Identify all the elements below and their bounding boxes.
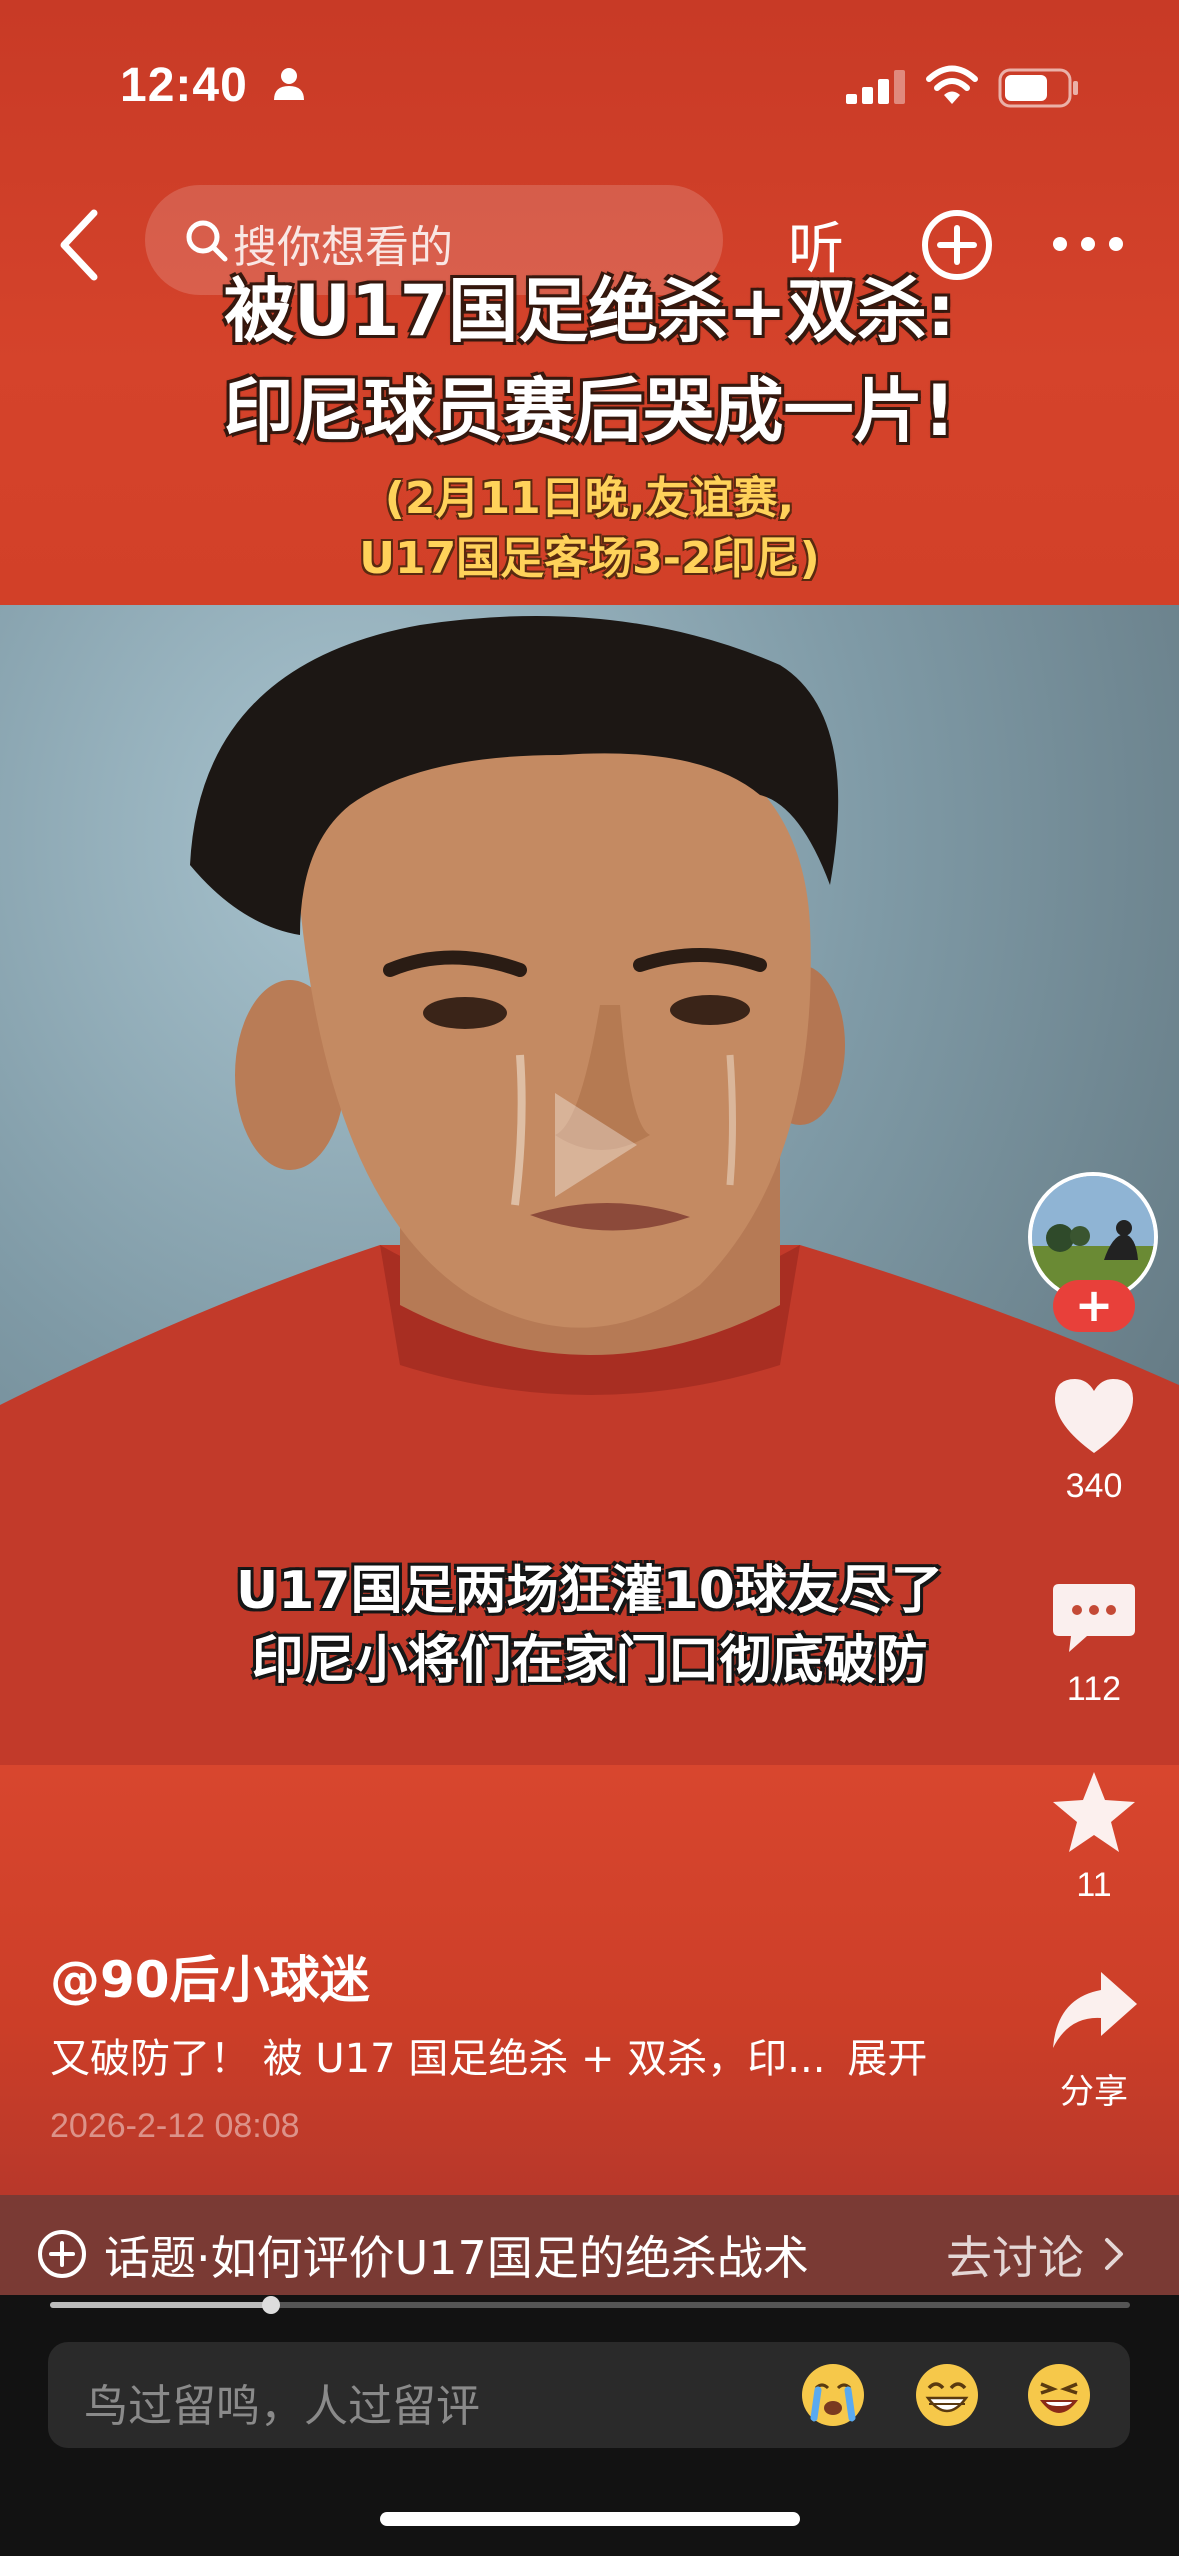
share-icon [1053,1972,1137,2048]
favorite-count: 11 [1076,1866,1112,1904]
star-icon [1053,1772,1135,1852]
follow-button[interactable]: + [1053,1280,1135,1332]
signal-icon [846,70,905,104]
status-time: 12:40 [120,59,248,112]
progress-fill [50,2302,272,2308]
video-progress-bar[interactable] [50,2296,1130,2314]
person-icon [274,68,304,100]
caption-line-2: 印尼小将们在家门口彻底破防 [251,1631,928,1691]
comment-button[interactable]: 112 [1024,1578,1164,1709]
discuss-link[interactable]: 去讨论 [946,2222,1084,2288]
caption-line-1: U17国足两场狂灌10球友尽了 [236,1561,943,1621]
like-count: 340 [1065,1467,1123,1505]
headline-line-2: 印尼球员赛后哭成一片! [223,370,956,452]
description-text: 又破防了！ 被 U17 国足绝杀 + 双杀，印... [50,2036,826,2082]
comment-count: 112 [1066,1670,1122,1708]
share-label: 分享 [1060,2073,1128,2111]
heart-icon [1055,1379,1133,1453]
laugh-emoji-icon[interactable] [1026,2362,1092,2428]
battery-icon [998,68,1078,108]
author-name[interactable]: @90后小球迷 [50,1940,370,2012]
favorite-button[interactable]: 11 [1024,1770,1164,1905]
play-icon[interactable] [545,1085,645,1205]
share-button[interactable]: 分享 [1024,1968,1164,2113]
topic-title[interactable]: 话题·如何评价U17国足的绝杀战术 [104,2222,809,2288]
post-date: 2026-2-12 08:08 [50,2107,300,2145]
comment-input[interactable]: 鸟过留鸣，人过留评 [48,2342,1130,2448]
video-post-screen: 12:40 搜你想看的 听 被U17国足绝杀+双杀: 印尼球员赛后哭成一片! (… [0,0,1179,2556]
headline-line-1: 被U17国足绝杀+双杀: [224,270,955,352]
more-icon[interactable] [1052,236,1124,252]
chevron-right-icon [1105,2238,1123,2270]
like-button[interactable]: 340 [1024,1375,1164,1506]
wifi-icon [926,65,978,104]
home-indicator[interactable] [380,2512,800,2526]
post-description: 又破防了！ 被 U17 国足绝杀 + 双杀，印... 展开 [50,2026,927,2084]
comment-placeholder: 鸟过留鸣，人过留评 [84,2381,480,2432]
grin-emoji-icon[interactable] [914,2362,980,2428]
subhead-line-2: U17国足客场3-2印尼) [359,533,820,584]
subhead-line-1: (2月11日晚,友谊赛, [384,473,795,524]
comment-icon [1053,1584,1135,1652]
topic-plus-icon [38,2230,86,2278]
crying-emoji-icon[interactable] [800,2362,866,2428]
expand-link[interactable]: 展开 [847,2036,927,2082]
